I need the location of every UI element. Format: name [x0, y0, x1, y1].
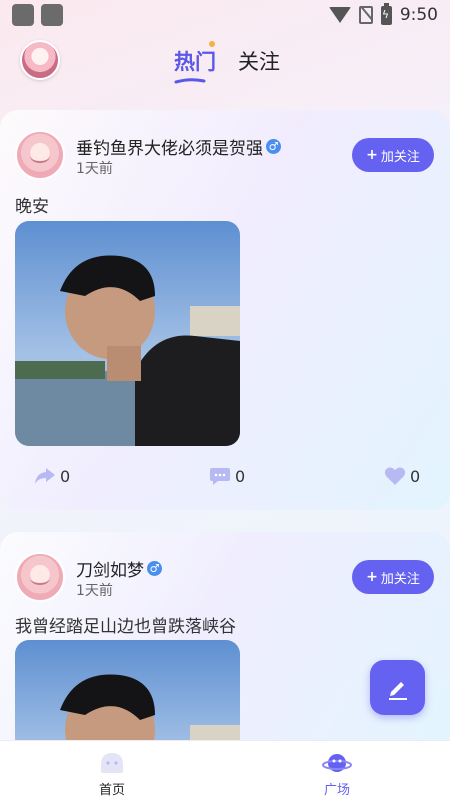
plus-icon: + [366, 147, 378, 163]
follow-button[interactable]: + 加关注 [352, 138, 434, 172]
my-avatar[interactable] [20, 40, 60, 80]
comment-count: 0 [235, 466, 246, 486]
post-content: 我曾经踏足山边也曾跌落峡谷 [15, 617, 236, 637]
no-sim-icon [358, 6, 373, 24]
compose-button[interactable] [370, 660, 425, 715]
pencil-icon [388, 681, 407, 700]
male-gender-icon: ♂ [266, 139, 281, 154]
like-button[interactable]: 0 [384, 466, 420, 486]
post-username[interactable]: 垂钓鱼界大佬必须是贺强 ♂ [76, 134, 281, 159]
clock: 9:50 [399, 5, 438, 25]
tab-follow[interactable]: 关注 [238, 46, 280, 76]
share-button[interactable]: 0 [34, 466, 70, 486]
avatar[interactable] [15, 552, 65, 602]
post-card[interactable]: 刀剑如梦 ♂ 1天前 + 加关注 我曾经踏足山边也曾跌落峡谷 [0, 532, 450, 752]
top-header: 热门 关注 [0, 38, 450, 88]
comment-icon [210, 468, 230, 485]
post-content: 晚安 [15, 197, 49, 217]
nav-square[interactable]: 广场 [297, 751, 377, 798]
post-actions: 0 0 0 [0, 466, 450, 490]
tab-hot[interactable]: 热门 [174, 46, 216, 76]
share-icon [35, 468, 55, 484]
like-count: 0 [410, 466, 421, 486]
post-photo[interactable] [15, 221, 240, 446]
male-gender-icon: ♂ [147, 561, 162, 576]
notification-icon [12, 4, 34, 26]
post-username[interactable]: 刀剑如梦 ♂ [76, 556, 162, 581]
nav-home[interactable]: 首页 [72, 751, 152, 798]
home-icon [101, 753, 123, 773]
post-time: 1天前 [76, 583, 113, 599]
planet-icon [322, 754, 352, 772]
wifi-icon [328, 7, 351, 23]
comment-button[interactable]: 0 [209, 466, 245, 486]
post-photo[interactable] [15, 640, 240, 752]
follow-button[interactable]: + 加关注 [352, 560, 434, 594]
plus-icon: + [366, 569, 378, 585]
tab-sparkle-icon [209, 41, 215, 47]
avatar[interactable] [15, 130, 65, 180]
tab-active-indicator [174, 78, 206, 84]
share-count: 0 [60, 466, 71, 486]
notification-icon [41, 4, 63, 26]
heart-icon [384, 467, 406, 485]
battery-charging-icon [380, 2, 392, 25]
post-time: 1天前 [76, 161, 113, 177]
bottom-navigation: 首页 广场 [0, 740, 450, 800]
status-bar: 9:50 [0, 0, 450, 32]
post-card[interactable]: 垂钓鱼界大佬必须是贺强 ♂ 1天前 + 加关注 晚安 0 0 0 [0, 110, 450, 510]
